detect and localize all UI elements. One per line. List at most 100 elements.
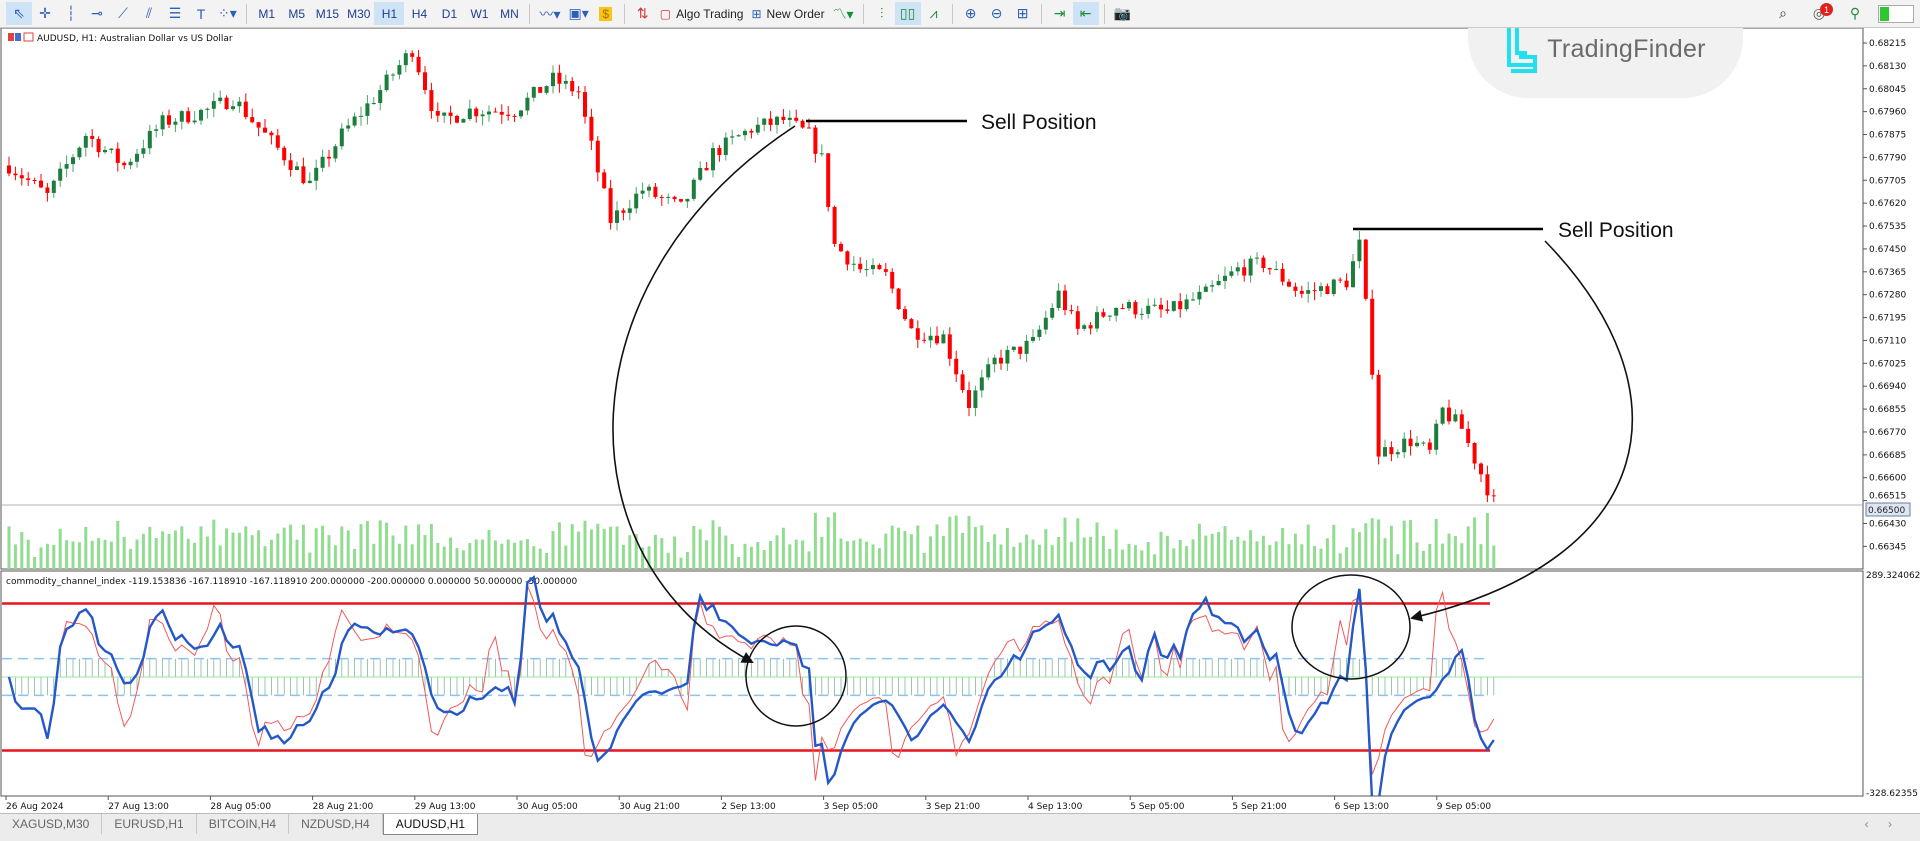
time-label: 30 Aug 21:00: [619, 802, 680, 812]
volume-bar: [839, 538, 843, 569]
volume-bar: [513, 542, 517, 569]
timeframe-h4[interactable]: H4: [404, 2, 434, 25]
time-label: 5 Sep 21:00: [1232, 802, 1287, 812]
tab-xagusd-m30[interactable]: XAGUSD,M30: [0, 814, 103, 834]
screenshot-icon[interactable]: 📷: [1110, 2, 1136, 25]
crosshair-icon[interactable]: ✛: [32, 2, 58, 25]
horizontal-line-icon[interactable]: ⊸: [84, 2, 110, 25]
volume-bar: [1421, 550, 1425, 569]
tab-eurusd-h1[interactable]: EURUSD,H1: [102, 814, 197, 834]
timeframe-m15[interactable]: M15: [312, 2, 343, 25]
timeframe-m1[interactable]: M1: [252, 2, 282, 25]
one-click-trading-icon[interactable]: ⇅: [630, 2, 656, 25]
volume-bar: [1319, 548, 1323, 569]
new-order-button[interactable]: ⊞ New Order: [747, 2, 828, 25]
volume-bar: [813, 512, 817, 569]
tab-bitcoin-h4[interactable]: BITCOIN,H4: [197, 814, 290, 834]
volume-bar: [1063, 517, 1067, 569]
price-label: 0.66600: [1869, 474, 1906, 484]
volume-bar: [1485, 513, 1489, 569]
tab-audusd-h1[interactable]: AUDUSD,H1: [382, 814, 479, 835]
volume-bar: [1191, 539, 1195, 569]
cursor-icon[interactable]: ⇖: [6, 2, 32, 25]
timeframe-h1[interactable]: H1: [374, 2, 405, 25]
line-chart-button[interactable]: ⩘: [921, 2, 947, 25]
volume-bar: [269, 539, 273, 569]
price-label: 0.67110: [1869, 336, 1906, 346]
auto-scroll-icon[interactable]: ⇥: [1047, 2, 1073, 25]
zoom-in-icon[interactable]: ⊕: [958, 2, 984, 25]
price-axis[interactable]: 0.68215 0.68130 0.68045 0.67960 0.67875 0.677…: [1863, 39, 1906, 552]
shapes-icon[interactable]: ⁘▾: [214, 2, 241, 25]
connection-status-bar: [1878, 4, 1914, 23]
volume-bar: [20, 532, 24, 569]
price-label: 0.67280: [1869, 291, 1906, 301]
volume-bar: [788, 544, 792, 569]
trendline-icon[interactable]: ⟋: [110, 2, 136, 25]
volume-bar: [781, 527, 785, 569]
chart-type-button[interactable]: 〰▾: [535, 2, 564, 25]
time-axis[interactable]: 26 Aug 2024 27 Aug 13:00 28 Aug 05:00 28 Au…: [5, 796, 1491, 812]
dollar-icon[interactable]: $: [593, 2, 619, 25]
text-icon[interactable]: T: [188, 2, 214, 25]
volume-bar: [1140, 550, 1144, 569]
volume-bar: [890, 525, 894, 569]
volume-bar: [679, 557, 683, 569]
volume-bar: [359, 524, 363, 569]
volume-bar: [801, 540, 805, 569]
price-label: 0.67620: [1869, 199, 1906, 209]
candle: [691, 178, 696, 201]
volume-bar: [756, 542, 760, 569]
price-label: 0.68045: [1869, 85, 1906, 95]
price-label: 0.66515: [1869, 492, 1906, 502]
indicators-button[interactable]: 〽▾: [829, 2, 858, 25]
notifications-button[interactable]: ◎ 1: [1806, 2, 1833, 25]
volume-bar: [321, 525, 325, 569]
channel-icon[interactable]: ⫽: [136, 2, 162, 25]
candlestick-button[interactable]: ▯▯: [894, 2, 921, 25]
search-icon[interactable]: ⌕: [1770, 2, 1796, 25]
timeframe-w1[interactable]: W1: [464, 2, 494, 25]
volume-bar: [122, 536, 126, 569]
templates-button[interactable]: ▣▾: [564, 2, 592, 25]
chart-canvas[interactable]: AUDUSD, H1: Australian Dollar vs US Doll…: [0, 0, 1920, 840]
tab-scroll-arrows[interactable]: ‹ ›: [1865, 814, 1900, 831]
candle: [832, 205, 837, 247]
signal-icon[interactable]: ⚲: [1842, 2, 1868, 25]
algo-trading-button[interactable]: ▢ Algo Trading: [656, 2, 748, 25]
tile-windows-icon[interactable]: ⊞: [1010, 2, 1036, 25]
volume-bar: [378, 520, 382, 569]
zoom-out-icon[interactable]: ⊖: [984, 2, 1010, 25]
volume-bar: [135, 539, 139, 569]
chart-shift-icon[interactable]: ⇤: [1072, 2, 1099, 25]
fibonacci-icon[interactable]: ☰: [162, 2, 188, 25]
volume-bar: [1249, 530, 1253, 569]
volume-bar: [58, 528, 62, 569]
volume-bar: [116, 520, 120, 569]
volume-bar: [973, 526, 977, 569]
volume-bar: [141, 533, 145, 569]
volume-bar: [429, 523, 433, 569]
volume-bar: [455, 547, 459, 569]
sell-position-label: Sell Position: [1558, 219, 1674, 242]
volume-bar: [423, 535, 427, 569]
time-label: 4 Sep 13:00: [1028, 802, 1083, 812]
bar-chart-button[interactable]: ⫶: [869, 2, 895, 25]
separator: [529, 3, 531, 24]
vertical-line-icon[interactable]: ┆: [58, 2, 84, 25]
price-label: 0.67960: [1869, 108, 1906, 118]
volume-bar: [45, 543, 49, 569]
timeframe-mn[interactable]: MN: [494, 2, 524, 25]
tab-nzdusd-h4[interactable]: NZDUSD,H4: [289, 814, 383, 834]
volume-bar: [218, 545, 222, 569]
timeframe-m5[interactable]: M5: [282, 2, 312, 25]
separator: [1103, 3, 1105, 24]
timeframe-d1[interactable]: D1: [434, 2, 464, 25]
volume-bar: [1306, 524, 1310, 569]
timeframe-m30[interactable]: M30: [343, 2, 374, 25]
time-label: 3 Sep 21:00: [926, 802, 981, 812]
candle: [1376, 369, 1381, 465]
volume-bar: [1434, 518, 1438, 569]
volume-bar: [948, 516, 952, 569]
volume-bar: [903, 531, 907, 569]
